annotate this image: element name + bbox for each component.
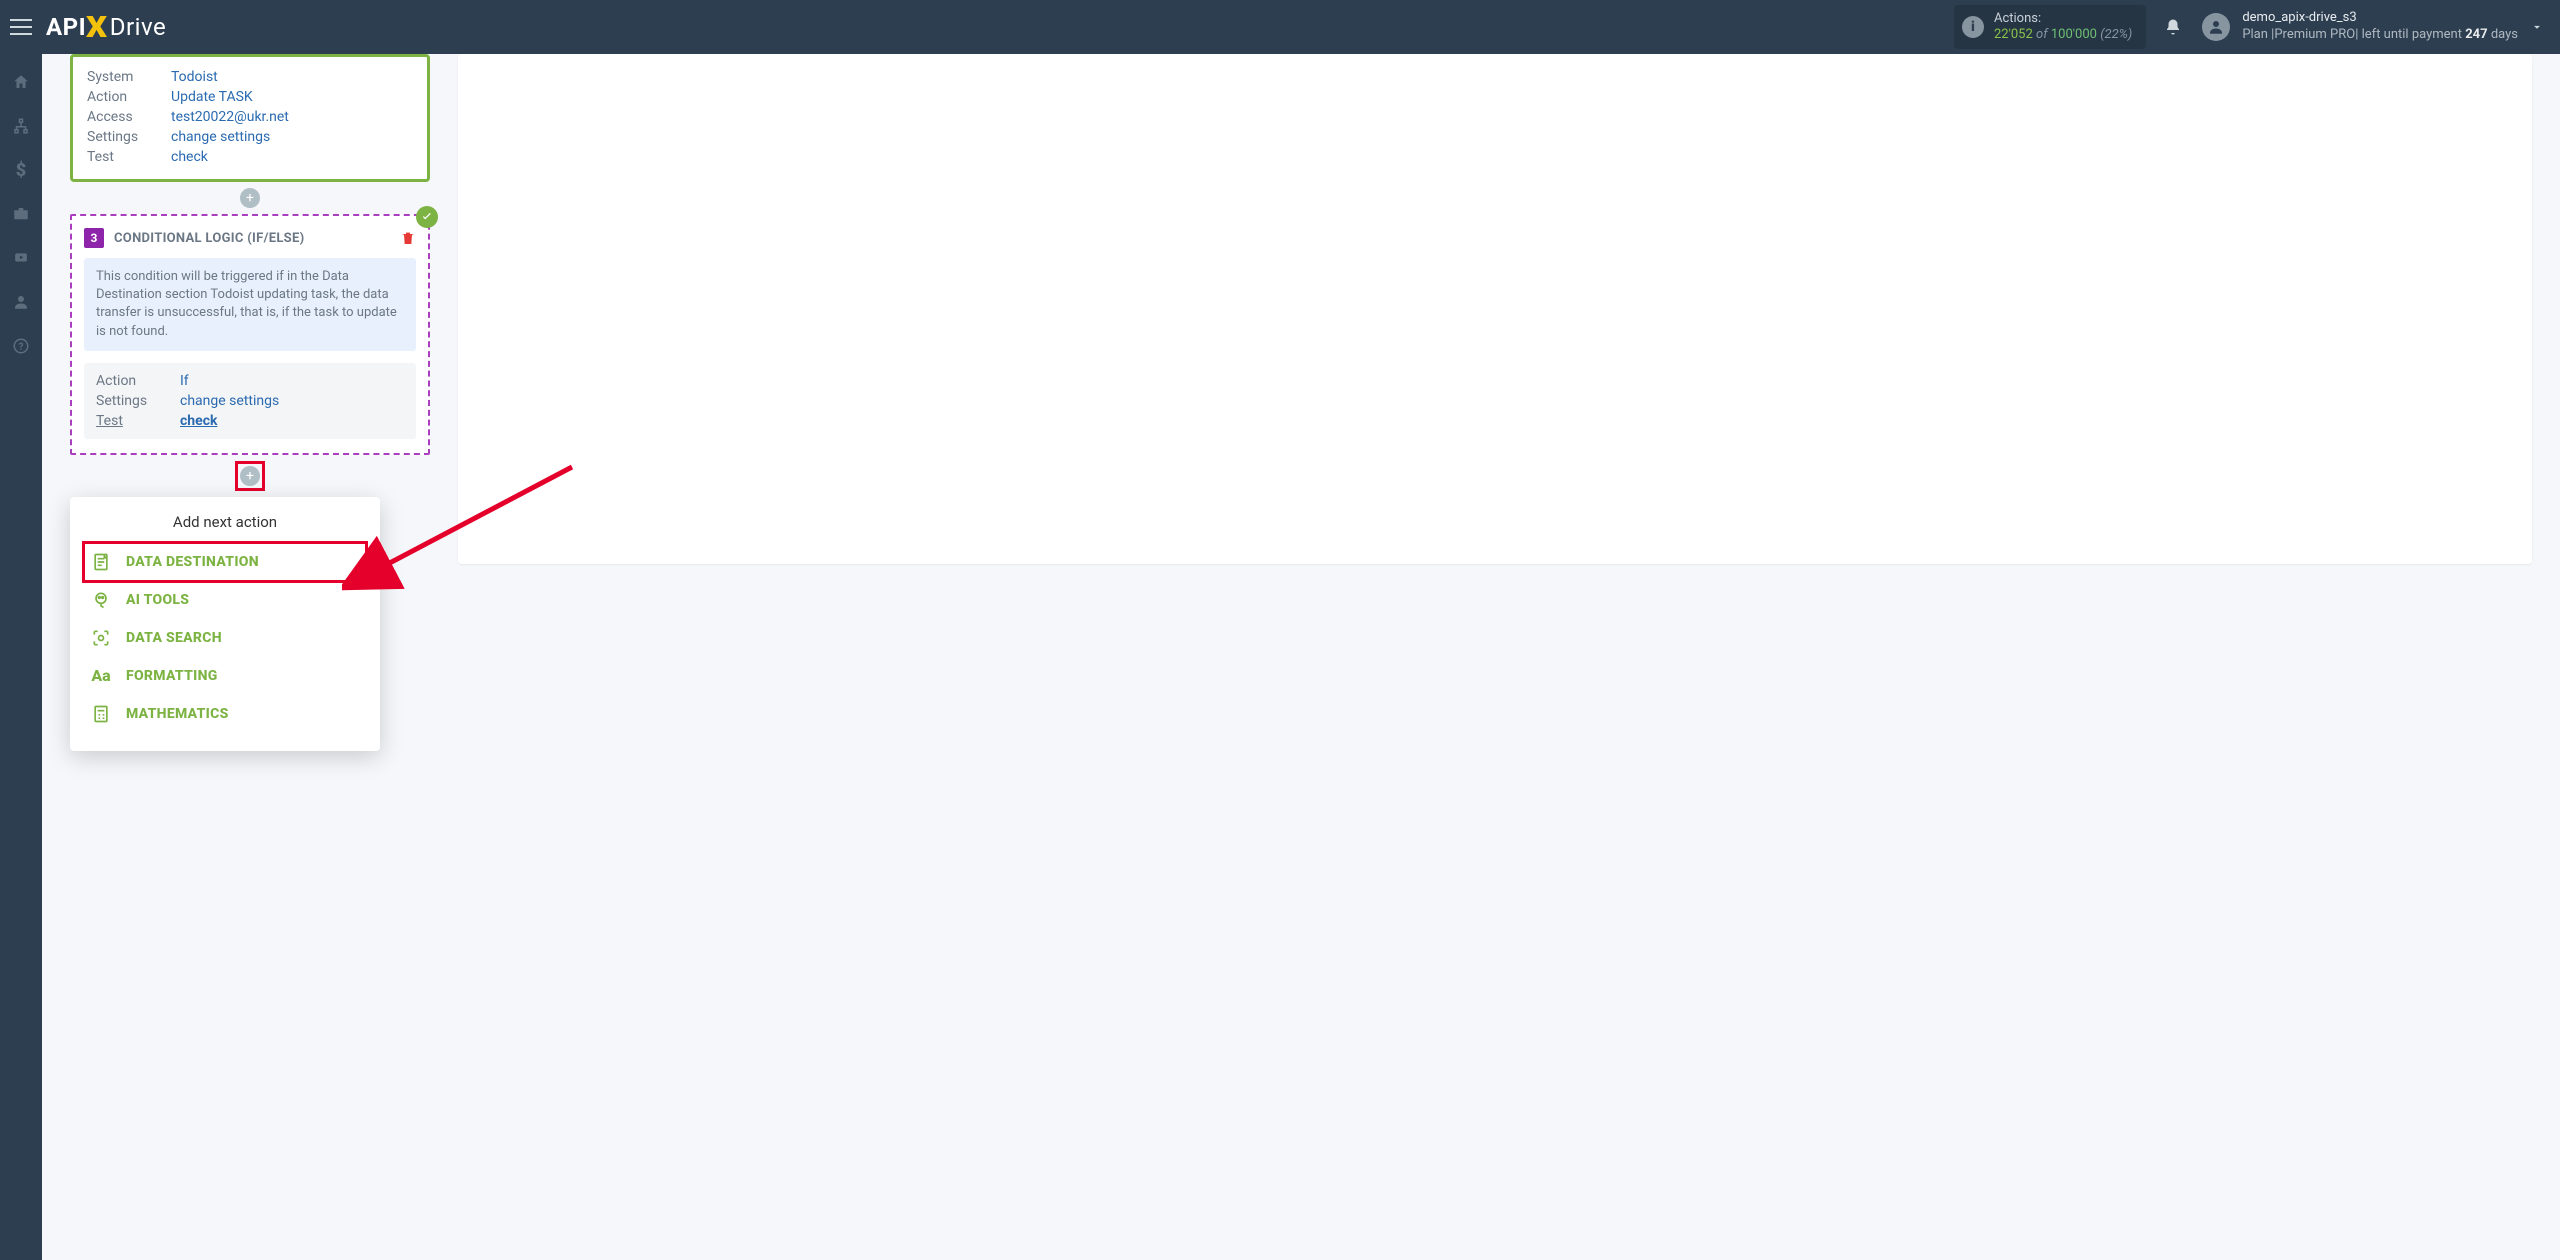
action-option-label: AI TOOLS	[126, 592, 189, 608]
action-option-ai-tools[interactable]: AI TOOLS	[84, 581, 366, 619]
doc-icon	[90, 551, 112, 573]
actions-usage-pill[interactable]: i Actions: 22'052 of 100'000 (22%)	[1954, 5, 2146, 48]
setting-value-link[interactable]: Update TASK	[171, 89, 253, 105]
action-option-data-search[interactable]: DATA SEARCH	[84, 619, 366, 657]
nav-sitemap-icon[interactable]	[11, 116, 31, 136]
setting-key: Action	[96, 373, 180, 389]
brand-api: API	[46, 13, 86, 41]
action-option-mathematics[interactable]: MATHEMATICS	[84, 695, 366, 733]
step-card-destination: SystemTodoistActionUpdate TASKAccesstest…	[70, 54, 430, 182]
setting-value-link[interactable]: change settings	[171, 129, 270, 145]
action-option-label: DATA SEARCH	[126, 630, 222, 646]
step-setting-row: ActionUpdate TASK	[87, 87, 413, 107]
nav-billing-icon[interactable]: $	[11, 160, 31, 180]
setting-value-link[interactable]: If	[180, 373, 189, 389]
dropdown-title: Add next action	[84, 513, 366, 531]
action-option-label: DATA DESTINATION	[126, 554, 259, 570]
action-option-label: MATHEMATICS	[126, 706, 229, 722]
setting-value-link[interactable]: test20022@ukr.net	[171, 109, 289, 125]
setting-key: Access	[87, 109, 171, 125]
avatar-icon	[2202, 13, 2230, 41]
actions-usage-text: Actions: 22'052 of 100'000 (22%)	[1994, 11, 2132, 42]
setting-key: System	[87, 69, 171, 85]
setting-value-link[interactable]: change settings	[180, 393, 279, 409]
brand-logo[interactable]: API X Drive	[46, 10, 166, 45]
setting-key: Settings	[87, 129, 171, 145]
workflow-column: SystemTodoistActionUpdate TASKAccesstest…	[70, 54, 430, 751]
step-setting-row: Accesstest20022@ukr.net	[87, 107, 413, 127]
username: demo_apix-drive_s3	[2242, 10, 2518, 27]
conditional-settings: ActionIfSettingschange settingsTestcheck	[84, 363, 416, 439]
action-option-formatting[interactable]: Aa FORMATTING	[84, 657, 366, 695]
plan-line: Plan |Premium PRO| left until payment 24…	[2242, 27, 2518, 44]
svg-text:?: ?	[19, 342, 24, 353]
top-header: API X Drive i Actions: 22'052 of 100'000…	[0, 0, 2560, 54]
actions-pct: (22%)	[2100, 27, 2132, 42]
aa-icon: Aa	[90, 665, 112, 687]
actions-label: Actions:	[1994, 11, 2132, 27]
add-next-action-button[interactable]: +	[240, 466, 260, 486]
setting-key: Settings	[96, 393, 180, 409]
nav-help-icon[interactable]: ?	[11, 336, 31, 356]
nav-home-icon[interactable]	[11, 72, 31, 92]
setting-value-link[interactable]: Todoist	[171, 69, 218, 85]
chevron-down-icon	[2530, 20, 2544, 34]
setting-key: Test	[87, 149, 171, 165]
notifications-icon[interactable]	[2164, 18, 2182, 36]
menu-toggle-icon[interactable]	[10, 19, 32, 35]
user-text: demo_apix-drive_s3 Plan |Premium PRO| le…	[2242, 10, 2518, 44]
scan-icon	[90, 627, 112, 649]
annotation-highlight-plus: +	[235, 461, 265, 491]
conditional-logic-card: 3 CONDITIONAL LOGIC (IF/ELSE) This condi…	[70, 214, 430, 455]
delete-step-icon[interactable]	[400, 230, 416, 246]
info-icon: i	[1962, 16, 1984, 38]
add-step-between-button[interactable]: +	[240, 188, 260, 208]
cond-setting-row: Testcheck	[96, 411, 404, 431]
step-setting-row: Testcheck	[87, 147, 413, 167]
nav-user-icon[interactable]	[11, 292, 31, 312]
action-option-data-destination[interactable]: DATA DESTINATION	[84, 543, 366, 581]
step-setting-row: Settingschange settings	[87, 127, 413, 147]
actions-total: 100'000	[2051, 27, 2097, 42]
nav-briefcase-icon[interactable]	[11, 204, 31, 224]
setting-key: Test	[96, 413, 180, 429]
calc-icon	[90, 703, 112, 725]
actions-of: of	[2036, 27, 2048, 42]
setting-key: Action	[87, 89, 171, 105]
cond-setting-row: ActionIf	[96, 371, 404, 391]
check-icon	[416, 206, 438, 228]
left-nav-rail: $ ?	[0, 54, 42, 1260]
editor-panel	[458, 54, 2532, 564]
page-content: SystemTodoistActionUpdate TASKAccesstest…	[42, 54, 2560, 1260]
add-next-action-block: + Add next action DATA DESTINATION AI TOO…	[70, 461, 430, 751]
actions-used: 22'052	[1994, 27, 2033, 42]
action-option-label: FORMATTING	[126, 668, 218, 684]
brand-x: X	[86, 10, 108, 45]
setting-value-link[interactable]: check	[171, 149, 208, 165]
add-action-dropdown: Add next action DATA DESTINATION AI TOOLS…	[70, 497, 380, 751]
conditional-title: CONDITIONAL LOGIC (IF/ELSE)	[114, 231, 390, 246]
conditional-description: This condition will be triggered if in t…	[84, 258, 416, 351]
brain-icon	[90, 589, 112, 611]
step-number-badge: 3	[84, 228, 104, 248]
brand-drive: Drive	[110, 13, 166, 41]
nav-youtube-icon[interactable]	[11, 248, 31, 268]
user-menu[interactable]: demo_apix-drive_s3 Plan |Premium PRO| le…	[2202, 10, 2550, 44]
step-setting-row: SystemTodoist	[87, 67, 413, 87]
cond-setting-row: Settingschange settings	[96, 391, 404, 411]
setting-value-link[interactable]: check	[180, 413, 217, 429]
